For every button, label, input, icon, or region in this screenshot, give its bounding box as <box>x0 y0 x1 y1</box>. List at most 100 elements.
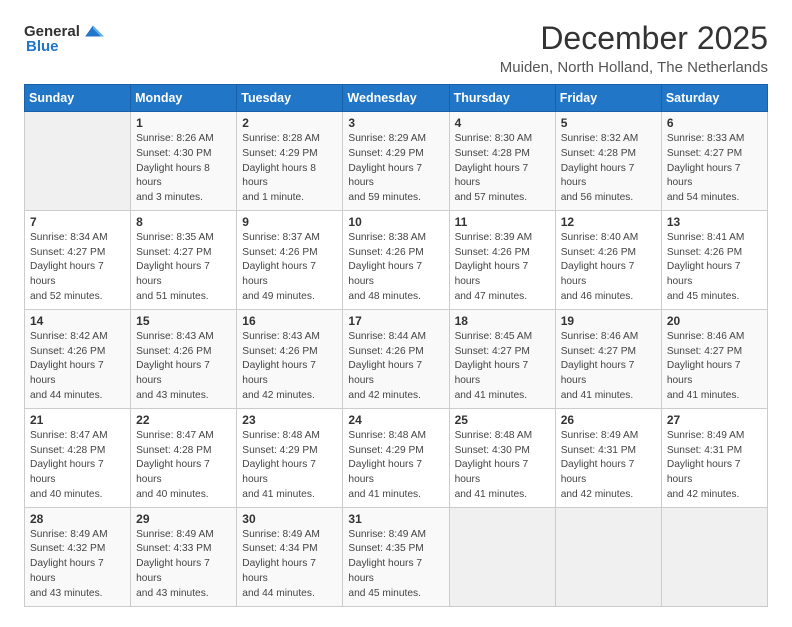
col-header-sunday: Sunday <box>25 85 131 112</box>
day-number: 4 <box>455 116 550 130</box>
calendar-cell: 17Sunrise: 8:44 AMSunset: 4:26 PMDayligh… <box>343 309 449 408</box>
calendar-cell: 6 Sunrise: 8:33 AMSunset: 4:27 PMDaylight… <box>661 112 767 211</box>
week-row-4: 21 Sunrise: 8:47 AMSunset: 4:28 PMDayligh… <box>25 408 768 507</box>
day-number: 23 <box>242 413 337 427</box>
cell-info: Sunrise: 8:35 AMSunset: 4:27 PMDaylight … <box>136 231 231 305</box>
day-number: 8 <box>136 215 231 229</box>
calendar-cell: 23 Sunrise: 8:48 AMSunset: 4:29 PMDayligh… <box>237 408 343 507</box>
calendar-cell: 26 Sunrise: 8:49 AMSunset: 4:31 PMDayligh… <box>555 408 661 507</box>
title-block: December 2025 Muiden, North Holland, The… <box>500 20 768 76</box>
cell-info: Sunrise: 8:39 AMSunset: 4:26 PMDaylight … <box>455 231 550 305</box>
day-number: 10 <box>348 215 443 229</box>
calendar-cell: 14 Sunrise: 8:42 AMSunset: 4:26 PMDayligh… <box>25 309 131 408</box>
calendar-cell <box>661 507 767 606</box>
col-header-monday: Monday <box>131 85 237 112</box>
calendar-cell: 18 Sunrise: 8:45 AMSunset: 4:27 PMDayligh… <box>449 309 555 408</box>
day-number: 18 <box>455 314 550 328</box>
calendar-cell: 3 Sunrise: 8:29 AMSunset: 4:29 PMDaylight… <box>343 112 449 211</box>
cell-info: Sunrise: 8:42 AMSunset: 4:26 PMDaylight … <box>30 330 125 404</box>
cell-info: Sunrise: 8:45 AMSunset: 4:27 PMDaylight … <box>455 330 550 404</box>
calendar-cell: 10Sunrise: 8:38 AMSunset: 4:26 PMDayligh… <box>343 210 449 309</box>
calendar-cell: 9Sunrise: 8:37 AMSunset: 4:26 PMDaylight… <box>237 210 343 309</box>
cell-info: Sunrise: 8:48 AMSunset: 4:29 PMDaylight … <box>348 429 443 503</box>
cell-info: Sunrise: 8:49 AMSunset: 4:35 PMDaylight … <box>348 528 443 602</box>
week-row-3: 14 Sunrise: 8:42 AMSunset: 4:26 PMDayligh… <box>25 309 768 408</box>
logo: General Blue <box>24 20 104 55</box>
calendar-cell: 16Sunrise: 8:43 AMSunset: 4:26 PMDayligh… <box>237 309 343 408</box>
cell-info: Sunrise: 8:46 AMSunset: 4:27 PMDaylight … <box>561 330 656 404</box>
day-number: 22 <box>136 413 231 427</box>
calendar-cell: 27Sunrise: 8:49 AMSunset: 4:31 PMDayligh… <box>661 408 767 507</box>
day-number: 16 <box>242 314 337 328</box>
day-number: 26 <box>561 413 656 427</box>
day-number: 25 <box>455 413 550 427</box>
day-number: 7 <box>30 215 125 229</box>
day-number: 15 <box>136 314 231 328</box>
calendar-cell: 28 Sunrise: 8:49 AMSunset: 4:32 PMDayligh… <box>25 507 131 606</box>
cell-info: Sunrise: 8:26 AMSunset: 4:30 PMDaylight … <box>136 132 231 206</box>
day-number: 20 <box>667 314 762 328</box>
cell-info: Sunrise: 8:49 AMSunset: 4:31 PMDaylight … <box>561 429 656 503</box>
calendar-cell: 12 Sunrise: 8:40 AMSunset: 4:26 PMDayligh… <box>555 210 661 309</box>
col-header-saturday: Saturday <box>661 85 767 112</box>
cell-info: Sunrise: 8:44 AMSunset: 4:26 PMDaylight … <box>348 330 443 404</box>
calendar-cell: 5Sunrise: 8:32 AMSunset: 4:28 PMDaylight… <box>555 112 661 211</box>
cell-info: Sunrise: 8:32 AMSunset: 4:28 PMDaylight … <box>561 132 656 206</box>
col-header-tuesday: Tuesday <box>237 85 343 112</box>
calendar-cell: 15Sunrise: 8:43 AMSunset: 4:26 PMDayligh… <box>131 309 237 408</box>
day-number: 9 <box>242 215 337 229</box>
calendar-cell: 8 Sunrise: 8:35 AMSunset: 4:27 PMDaylight… <box>131 210 237 309</box>
page-header: General Blue December 2025 Muiden, North… <box>24 20 768 76</box>
day-number: 29 <box>136 512 231 526</box>
cell-info: Sunrise: 8:28 AMSunset: 4:29 PMDaylight … <box>242 132 337 206</box>
cell-info: Sunrise: 8:40 AMSunset: 4:26 PMDaylight … <box>561 231 656 305</box>
location-title: Muiden, North Holland, The Netherlands <box>500 59 768 76</box>
cell-info: Sunrise: 8:41 AMSunset: 4:26 PMDaylight … <box>667 231 762 305</box>
calendar-cell <box>25 112 131 211</box>
calendar-header-row: SundayMondayTuesdayWednesdayThursdayFrid… <box>25 85 768 112</box>
day-number: 3 <box>348 116 443 130</box>
cell-info: Sunrise: 8:49 AMSunset: 4:32 PMDaylight … <box>30 528 125 602</box>
calendar-table: SundayMondayTuesdayWednesdayThursdayFrid… <box>24 84 768 607</box>
cell-info: Sunrise: 8:47 AMSunset: 4:28 PMDaylight … <box>136 429 231 503</box>
day-number: 2 <box>242 116 337 130</box>
logo-blue: Blue <box>26 38 59 55</box>
day-number: 12 <box>561 215 656 229</box>
cell-info: Sunrise: 8:48 AMSunset: 4:29 PMDaylight … <box>242 429 337 503</box>
calendar-cell: 2 Sunrise: 8:28 AMSunset: 4:29 PMDaylight… <box>237 112 343 211</box>
cell-info: Sunrise: 8:34 AMSunset: 4:27 PMDaylight … <box>30 231 125 305</box>
cell-info: Sunrise: 8:49 AMSunset: 4:33 PMDaylight … <box>136 528 231 602</box>
day-number: 31 <box>348 512 443 526</box>
calendar-cell <box>449 507 555 606</box>
day-number: 24 <box>348 413 443 427</box>
day-number: 13 <box>667 215 762 229</box>
calendar-cell: 30 Sunrise: 8:49 AMSunset: 4:34 PMDayligh… <box>237 507 343 606</box>
month-title: December 2025 <box>500 20 768 57</box>
day-number: 21 <box>30 413 125 427</box>
day-number: 14 <box>30 314 125 328</box>
day-number: 6 <box>667 116 762 130</box>
week-row-5: 28 Sunrise: 8:49 AMSunset: 4:32 PMDayligh… <box>25 507 768 606</box>
logo-icon <box>82 20 104 42</box>
col-header-friday: Friday <box>555 85 661 112</box>
cell-info: Sunrise: 8:46 AMSunset: 4:27 PMDaylight … <box>667 330 762 404</box>
week-row-2: 7 Sunrise: 8:34 AMSunset: 4:27 PMDaylight… <box>25 210 768 309</box>
calendar-cell: 31 Sunrise: 8:49 AMSunset: 4:35 PMDayligh… <box>343 507 449 606</box>
cell-info: Sunrise: 8:33 AMSunset: 4:27 PMDaylight … <box>667 132 762 206</box>
cell-info: Sunrise: 8:49 AMSunset: 4:34 PMDaylight … <box>242 528 337 602</box>
calendar-cell: 1 Sunrise: 8:26 AMSunset: 4:30 PMDaylight… <box>131 112 237 211</box>
cell-info: Sunrise: 8:30 AMSunset: 4:28 PMDaylight … <box>455 132 550 206</box>
calendar-cell: 4 Sunrise: 8:30 AMSunset: 4:28 PMDaylight… <box>449 112 555 211</box>
calendar-cell <box>555 507 661 606</box>
cell-info: Sunrise: 8:47 AMSunset: 4:28 PMDaylight … <box>30 429 125 503</box>
day-number: 1 <box>136 116 231 130</box>
day-number: 19 <box>561 314 656 328</box>
cell-info: Sunrise: 8:29 AMSunset: 4:29 PMDaylight … <box>348 132 443 206</box>
calendar-cell: 7 Sunrise: 8:34 AMSunset: 4:27 PMDaylight… <box>25 210 131 309</box>
day-number: 28 <box>30 512 125 526</box>
calendar-cell: 11Sunrise: 8:39 AMSunset: 4:26 PMDayligh… <box>449 210 555 309</box>
day-number: 30 <box>242 512 337 526</box>
calendar-cell: 22 Sunrise: 8:47 AMSunset: 4:28 PMDayligh… <box>131 408 237 507</box>
calendar-cell: 21 Sunrise: 8:47 AMSunset: 4:28 PMDayligh… <box>25 408 131 507</box>
day-number: 27 <box>667 413 762 427</box>
